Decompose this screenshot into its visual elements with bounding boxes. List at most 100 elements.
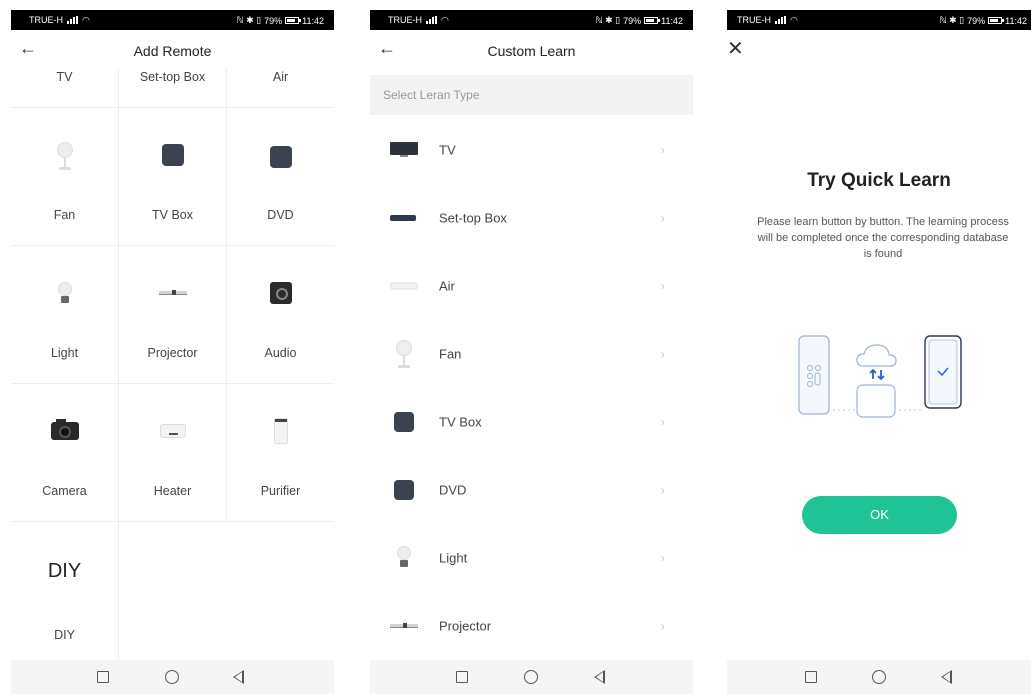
tile-label: Purifier [260,484,301,498]
header: ← Custom Learn [370,30,693,70]
fan-icon [396,340,412,368]
clock: 11:42 [1005,15,1027,26]
recent-apps-icon[interactable] [805,671,817,683]
header: ← Add Remote [11,30,334,70]
back-nav-icon[interactable] [233,670,245,684]
clock: 11:42 [661,15,683,26]
chevron-right-icon: › [660,278,665,294]
phone-check-icon [924,335,962,409]
light-bulb-icon [397,546,411,570]
tile-label: DVD [267,208,294,222]
recent-apps-icon[interactable] [456,671,468,683]
list-item-label: Light [439,550,468,566]
device-tile-purifier[interactable]: Purifier [227,384,334,522]
quick-learn-illustration [798,335,962,418]
clock: 11:42 [302,15,324,26]
list-item-projector[interactable]: Projector › [370,592,693,660]
tile-label: Audio [264,346,297,360]
carrier-name: TRUE-H [388,15,422,25]
ok-button[interactable]: OK [802,496,957,534]
device-tile-fan[interactable]: Fan [11,108,119,246]
purifier-icon [273,418,288,444]
status-bar: TRUE-H ◠ ℕ ✱ ▯ 79% 11:42 [727,10,1031,30]
signal-icon [67,16,78,24]
back-nav-icon[interactable] [594,670,606,684]
recent-apps-icon[interactable] [97,671,109,683]
tile-label: TV Box [152,208,193,222]
wifi-icon: ◠ [82,14,90,25]
back-nav-icon[interactable] [941,670,953,684]
system-nav-bar [727,660,1031,694]
cloud-icon [856,344,897,367]
list-item-tv[interactable]: TV › [370,116,693,184]
device-tile-tv-box[interactable]: TV Box [119,108,227,246]
page-title: Add Remote [133,43,212,59]
chevron-right-icon: › [660,142,665,158]
list-item-dvd[interactable]: DVD › [370,456,693,524]
tile-label: Air [272,70,289,84]
system-nav-bar [370,660,693,694]
home-icon[interactable] [872,670,886,684]
hub-device-icon [856,384,896,418]
list-item-set-top-box[interactable]: Set-top Box › [370,184,693,252]
device-tile-tv[interactable]: TV [11,68,119,108]
battery-percent: 79% [264,15,283,26]
status-indicators: ℕ ✱ ▯ [236,15,262,25]
header: ✕ [727,30,1031,70]
chevron-right-icon: › [660,550,665,566]
air-conditioner-icon [390,282,418,290]
battery-icon [988,17,1005,24]
list-item-air[interactable]: Air › [370,252,693,320]
signal-icon [775,16,786,24]
device-tile-dvd[interactable]: DVD [227,108,334,246]
carrier-name: TRUE-H [737,15,771,25]
device-tile-light[interactable]: Light [11,246,119,384]
battery-icon [285,17,302,24]
signal-icon [426,16,437,24]
list-item-light[interactable]: Light › [370,524,693,592]
status-indicators: ℕ ✱ ▯ [939,15,965,25]
list-item-label: Air [439,278,455,294]
device-tile-camera[interactable]: Camera [11,384,119,522]
list-item-label: DVD [439,482,467,498]
light-bulb-icon [57,282,72,306]
chevron-right-icon: › [660,482,665,498]
tile-label: Camera [42,484,87,498]
list-item-label: Projector [439,618,492,634]
list-item-label: Fan [439,346,462,362]
home-icon[interactable] [165,670,179,684]
tv-box-icon [161,144,184,166]
device-tile-audio[interactable]: Audio [227,246,334,384]
wifi-icon: ◠ [790,14,798,25]
device-tile-heater[interactable]: Heater [119,384,227,522]
tile-label: TV [56,70,73,84]
add-remote-screen: TRUE-H ◠ ℕ ✱ ▯ 79% 11:42 ← Add Remote TV… [11,10,334,694]
list-item-fan[interactable]: Fan › [370,320,693,388]
battery-percent: 79% [967,15,986,26]
device-tile-set-top-box[interactable]: Set-top Box [119,68,227,108]
device-tile-diy[interactable]: DIY DIY [11,522,119,660]
list-item-label: TV [439,142,456,158]
audio-icon [269,282,292,304]
diy-icon: DIY [47,560,82,582]
list-item-tv-box[interactable]: TV Box › [370,388,693,456]
chevron-right-icon: › [660,618,665,634]
dialog-title: Try Quick Learn [807,170,951,191]
tile-label: Set-top Box [139,70,206,84]
sync-arrows-icon [869,368,885,381]
heater-icon [159,424,186,438]
page-title: Custom Learn [487,43,576,59]
tile-label: Fan [53,208,76,222]
tile-label: Light [50,346,79,360]
close-icon[interactable]: ✕ [727,39,744,59]
device-tile-air[interactable]: Air [227,68,334,108]
device-tile-projector[interactable]: Projector [119,246,227,384]
fan-icon [56,142,73,170]
chevron-right-icon: › [660,414,665,430]
wifi-icon: ◠ [441,14,449,25]
home-icon[interactable] [524,670,538,684]
quick-learn-screen: TRUE-H ◠ ℕ ✱ ▯ 79% 11:42 ✕ Try Quick Lea… [727,10,1031,694]
set-top-box-icon [390,215,416,221]
status-bar: TRUE-H ◠ ℕ ✱ ▯ 79% 11:42 [11,10,334,30]
battery-percent: 79% [623,15,642,26]
